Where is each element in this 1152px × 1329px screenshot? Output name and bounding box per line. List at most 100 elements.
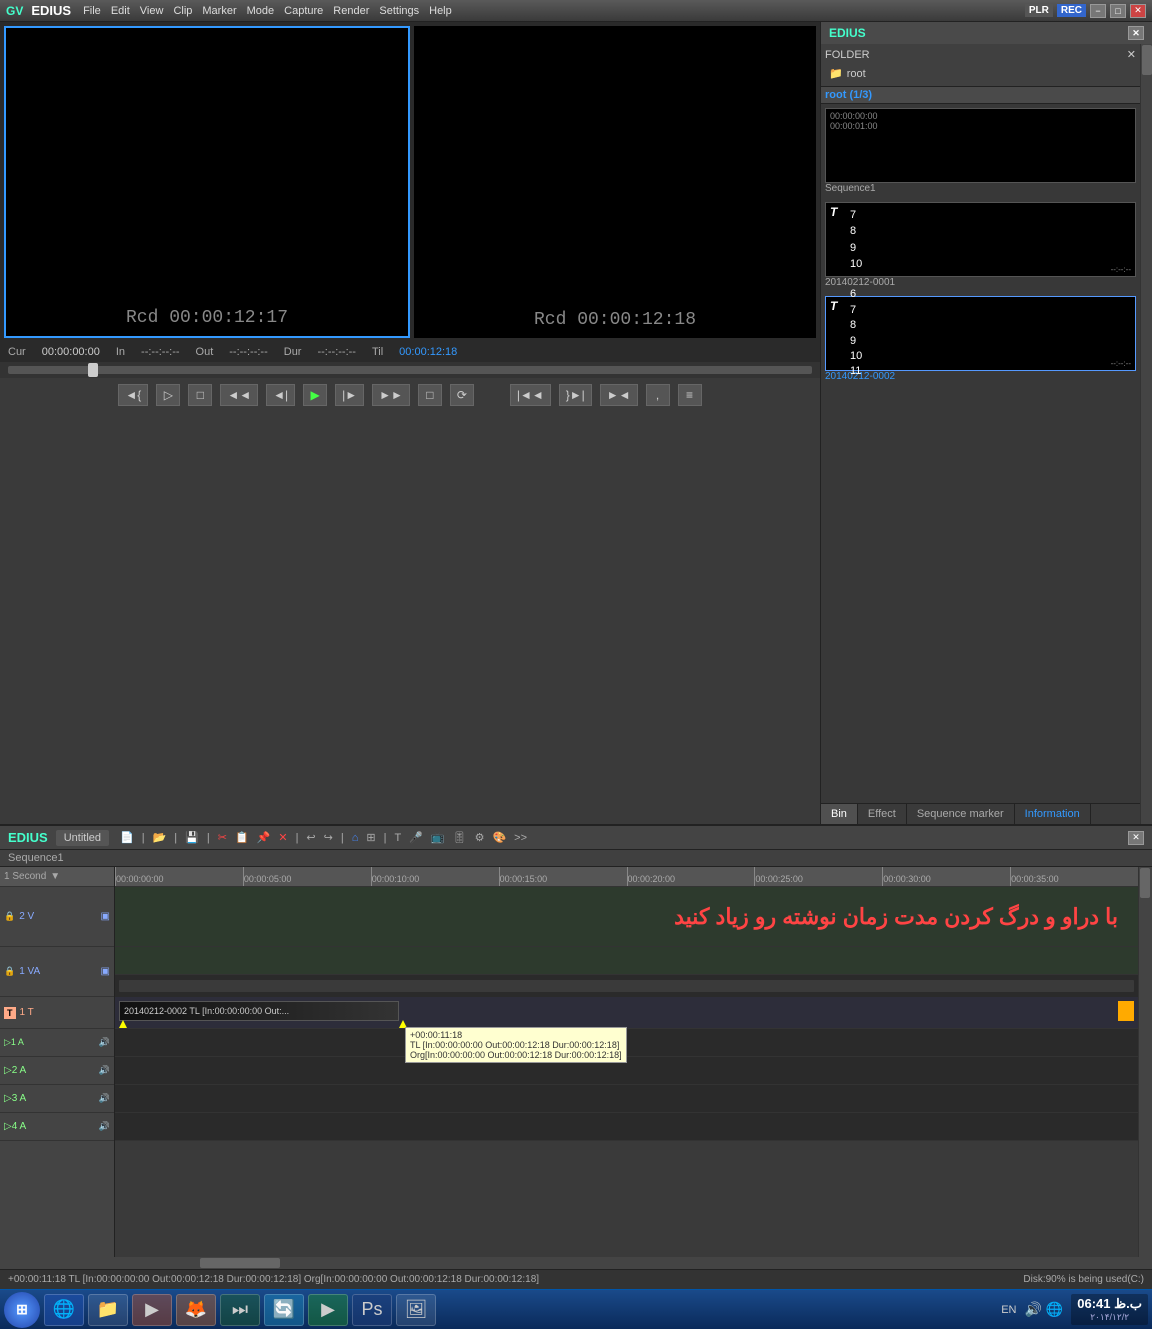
extra-btn[interactable]: ≡ — [678, 384, 702, 406]
tool-cut[interactable]: ✂ — [215, 829, 230, 846]
taskbar-photoshop[interactable]: Ps — [352, 1294, 392, 1326]
title-bar-controls: PLR REC − □ ✕ — [1025, 4, 1146, 18]
timeline-ruler: 00:00:00:00 00:00:05:00 00:00:10:00 00:0… — [115, 867, 1138, 887]
tool-open[interactable]: 📂 — [150, 829, 170, 846]
track-vol-1a[interactable]: 🔊 — [99, 1037, 110, 1048]
menu-settings[interactable]: Settings — [379, 5, 419, 17]
menu-file[interactable]: File — [83, 5, 101, 17]
close-button[interactable]: ✕ — [1130, 4, 1146, 18]
track-lock-1a[interactable]: ▷1 A — [4, 1037, 24, 1048]
in-value: --:--:--:-- — [141, 346, 179, 358]
tool-mic[interactable]: 🎤 — [406, 829, 426, 846]
taskbar-explorer[interactable]: 📁 — [88, 1294, 128, 1326]
step-back-btn[interactable]: ◄| — [266, 384, 295, 406]
tool-monitor[interactable]: 📺 — [428, 829, 448, 846]
menu-edit[interactable]: Edit — [111, 5, 130, 17]
tool-new[interactable]: 📄 — [117, 829, 137, 846]
progress-bar-area[interactable] — [0, 362, 820, 378]
taskbar-sync[interactable]: 🔄 — [264, 1294, 304, 1326]
track-vol-3a[interactable]: 🔊 — [99, 1093, 110, 1104]
progress-thumb[interactable] — [88, 363, 98, 377]
fwd-end-btn[interactable]: □ — [418, 384, 442, 406]
menu-help[interactable]: Help — [429, 5, 452, 17]
track-vol-4a[interactable]: 🔊 — [99, 1121, 110, 1132]
mark-in-btn2[interactable]: |◄◄ — [510, 384, 551, 406]
tab-bin[interactable]: Bin — [821, 804, 858, 824]
tool-text[interactable]: T — [391, 830, 404, 846]
tab-effect[interactable]: Effect — [858, 804, 907, 824]
mark-prev-btn[interactable]: ▷ — [156, 384, 180, 406]
track-expand-2v[interactable]: ▣ — [101, 911, 110, 922]
tool-group[interactable]: ⊞ — [363, 829, 378, 846]
right-scrollbar[interactable] — [1140, 44, 1152, 824]
timeline-scrollbar-v[interactable] — [1138, 867, 1152, 1257]
stop-btn[interactable]: □ — [188, 384, 212, 406]
bin-item-seq2[interactable]: T 78910 --:--:-- 20140212-0001 — [825, 202, 1136, 288]
tool-redo[interactable]: ↪ — [321, 829, 336, 846]
mark-out-btn[interactable]: }►| — [559, 384, 592, 406]
bin-item-seq3[interactable]: T 67891011 --:--:-- 20140212-0002 — [825, 296, 1136, 382]
loop-btn[interactable]: ⟳ — [450, 384, 474, 406]
tool-copy[interactable]: 📋 — [232, 829, 252, 846]
tool-color[interactable]: 🎨 — [489, 829, 509, 846]
tooltip-line2: TL [In:00:00:00:00 Out:00:00:12:18 Dur:0… — [410, 1040, 622, 1050]
taskbar-next[interactable]: ⏭ — [220, 1294, 260, 1326]
track-lock-1va[interactable]: 🔒 — [4, 966, 15, 977]
taskbar-firefox[interactable]: 🦊 — [176, 1294, 216, 1326]
bin-thumb-seq1: 00:00:00:00 00:00:01:00 — [825, 108, 1136, 183]
step-fwd-btn[interactable]: |► — [335, 384, 364, 406]
minimize-button[interactable]: − — [1090, 4, 1106, 18]
progress-track[interactable] — [8, 366, 812, 374]
restore-button[interactable]: □ — [1110, 4, 1126, 18]
tool-save[interactable]: 💾 — [182, 829, 202, 846]
track-lock-2v[interactable]: 🔒 — [4, 911, 15, 922]
overwrite-btn[interactable]: , — [646, 384, 670, 406]
mark-in-btn[interactable]: ◄{ — [118, 384, 148, 406]
tool-paste[interactable]: 📌 — [254, 829, 274, 846]
scale-arrow[interactable]: ▼ — [50, 871, 60, 882]
right-scrollbar-thumb[interactable] — [1142, 45, 1152, 75]
thumb3-t-icon: T — [830, 299, 837, 313]
menu-mode[interactable]: Mode — [247, 5, 275, 17]
bin-tabs: Bin Effect Sequence marker Information — [821, 803, 1140, 824]
taskbar-play2[interactable]: ▶ — [308, 1294, 348, 1326]
track-vol-2a[interactable]: 🔊 — [99, 1065, 110, 1076]
tab-sequence-marker[interactable]: Sequence marker — [907, 804, 1015, 824]
tool-undo[interactable]: ↩ — [303, 829, 318, 846]
tab-information[interactable]: Information — [1015, 804, 1091, 824]
track-expand-1va[interactable]: ▣ — [101, 966, 110, 977]
menu-capture[interactable]: Capture — [284, 5, 323, 17]
fast-fwd-btn[interactable]: ►► — [372, 384, 410, 406]
right-close-button[interactable]: ✕ — [1128, 26, 1144, 40]
insert-btn[interactable]: ►◄ — [600, 384, 638, 406]
rewind-btn[interactable]: ◄◄ — [220, 384, 258, 406]
timeline-close-button[interactable]: ✕ — [1128, 831, 1144, 845]
tool-match[interactable]: ⌂ — [349, 830, 362, 846]
tool-more[interactable]: >> — [511, 830, 530, 846]
title-clip-handle[interactable] — [1118, 1001, 1134, 1021]
rec-badge: REC — [1057, 4, 1086, 17]
in-label: In — [116, 346, 125, 358]
taskbar-ie[interactable]: 🌐 — [44, 1294, 84, 1326]
tool-mixer[interactable]: 🎚 — [450, 829, 470, 846]
folder-close[interactable]: ✕ — [1127, 48, 1136, 61]
tool-delete[interactable]: ✕ — [275, 829, 290, 846]
menu-view[interactable]: View — [140, 5, 164, 17]
timeline-scroll-thumb[interactable] — [200, 1258, 280, 1268]
menu-marker[interactable]: Marker — [202, 5, 236, 17]
toolbar-area: 📄 | 📂 | 💾 | ✂ 📋 📌 ✕ | ↩ ↪ | ⌂ ⊞ | T 🎤 📺 … — [117, 829, 1120, 846]
taskbar-img[interactable]: 🖼 — [396, 1294, 436, 1326]
bin-item-seq1[interactable]: 00:00:00:00 00:00:01:00 Sequence1 — [825, 108, 1136, 194]
start-button[interactable]: ⊞ — [4, 1292, 40, 1328]
menu-render[interactable]: Render — [333, 5, 369, 17]
taskbar-media[interactable]: ▶ — [132, 1294, 172, 1326]
timeline-scrollbar-thumb[interactable] — [1140, 868, 1150, 898]
tool-settings[interactable]: ⚙ — [472, 829, 488, 846]
title-clip[interactable]: 20140212-0002 TL [In:00:00:00:00 Out:... — [119, 1001, 399, 1021]
tool-sep3: | — [204, 830, 213, 846]
folder-header: FOLDER ✕ — [825, 48, 1136, 61]
timeline-scroll-h[interactable] — [0, 1257, 1152, 1269]
folder-root-item[interactable]: 📁 root — [825, 65, 1136, 82]
play-btn[interactable]: ▶ — [303, 384, 327, 406]
menu-clip[interactable]: Clip — [173, 5, 192, 17]
